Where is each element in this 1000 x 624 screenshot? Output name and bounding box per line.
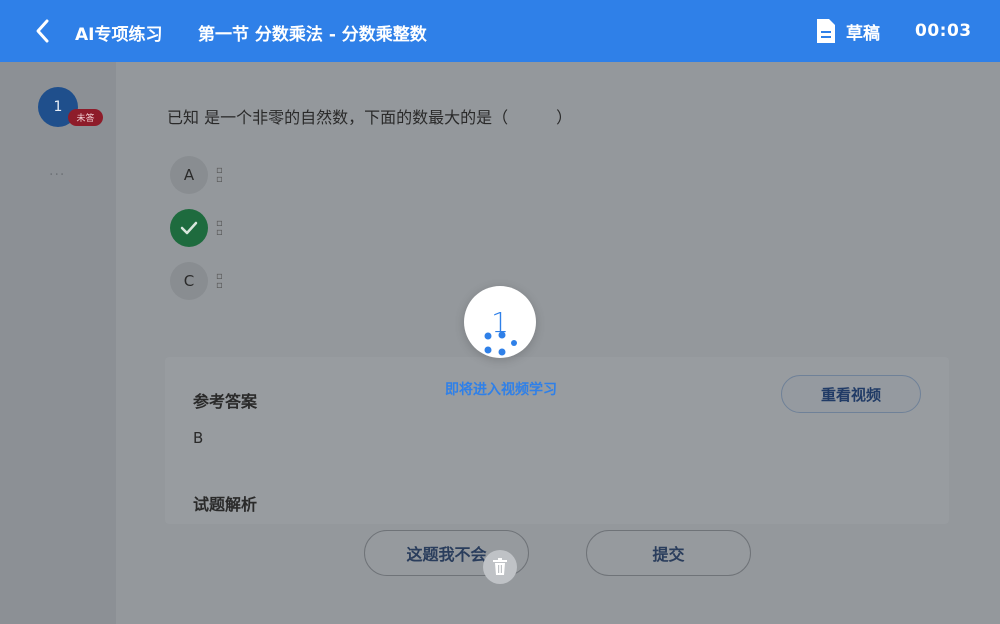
option-a[interactable]: A ▫ ▫ xyxy=(170,156,230,194)
option-correct-marker xyxy=(170,209,208,247)
submit-button[interactable]: 提交 xyxy=(586,530,751,576)
section-title: 第一节 分数乘法 - 分数乘整数 xyxy=(198,25,427,45)
reference-answer-heading: 参考答案 xyxy=(193,392,258,411)
app-title: AI专项练习 xyxy=(75,25,163,45)
question-text: 已知 是一个非零的自然数，下面的数最大的是（ ） xyxy=(167,108,573,127)
chevron-left-icon xyxy=(36,19,49,43)
option-letter: A xyxy=(170,156,208,194)
fraction-glyph: ▫ ▫ xyxy=(216,271,223,291)
loading-spinner-icon xyxy=(484,331,517,356)
countdown-message: 即将进入视频学习 xyxy=(445,382,557,398)
reference-answer-value: B xyxy=(193,429,204,447)
option-b[interactable]: ▫ ▫ xyxy=(170,209,230,247)
question-sidebar xyxy=(0,62,116,624)
top-bar: AI专项练习 第一节 分数乘法 - 分数乘整数 草稿 00:03 xyxy=(0,0,1000,62)
fraction-glyph: ▫ ▫ xyxy=(216,165,223,185)
analysis-heading: 试题解析 xyxy=(193,495,258,514)
trash-button[interactable] xyxy=(483,550,517,584)
status-badge: 未答 xyxy=(68,109,103,126)
trash-icon xyxy=(493,558,507,575)
timer: 00:03 xyxy=(915,21,972,41)
option-c[interactable]: C ▫ ▫ xyxy=(170,262,230,300)
draft-button[interactable]: 草稿 xyxy=(815,16,880,46)
document-icon xyxy=(817,19,835,43)
fraction-glyph: ▫ ▫ xyxy=(216,218,223,238)
draft-label: 草稿 xyxy=(846,23,880,44)
rewatch-video-button[interactable]: 重看视频 xyxy=(781,375,921,413)
check-icon xyxy=(180,221,198,235)
more-indicator: ... xyxy=(49,163,66,179)
back-button[interactable] xyxy=(30,17,56,45)
option-letter: C xyxy=(170,262,208,300)
main-content xyxy=(116,62,1000,624)
